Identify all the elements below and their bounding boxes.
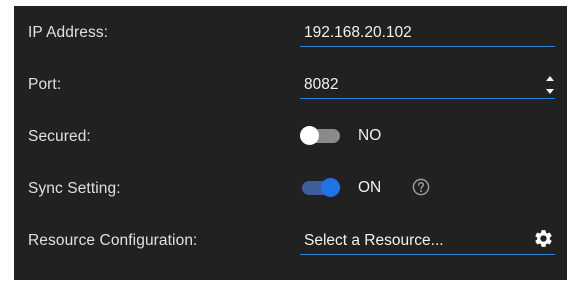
port-label: Port:	[28, 76, 62, 93]
secured-label: Secured:	[28, 128, 91, 145]
chevron-up-icon[interactable]	[546, 76, 554, 81]
sync-setting-toggle-knob[interactable]	[321, 178, 340, 197]
resource-configuration-row: Resource Configuration: Select a Resourc…	[14, 214, 567, 266]
ip-address-input[interactable]: 192.168.20.102	[300, 14, 555, 47]
gear-icon[interactable]	[533, 228, 554, 249]
port-value[interactable]: 8082	[304, 76, 338, 94]
sync-setting-toggle[interactable]	[300, 178, 340, 197]
settings-panel: IP Address: 192.168.20.102 Port: 8082 Se…	[14, 6, 567, 280]
ip-address-label: IP Address:	[28, 24, 109, 41]
secured-toggle-knob[interactable]	[300, 126, 319, 145]
chevron-down-icon[interactable]	[546, 89, 554, 94]
port-stepper[interactable]	[546, 74, 554, 96]
resource-select[interactable]: Select a Resource...	[300, 222, 555, 255]
ip-address-value[interactable]: 192.168.20.102	[304, 24, 412, 42]
sync-setting-row: Sync Setting: ON	[14, 162, 567, 214]
sync-setting-label: Sync Setting:	[28, 180, 121, 197]
sync-setting-state-text: ON	[358, 179, 382, 196]
resource-select-placeholder[interactable]: Select a Resource...	[304, 232, 444, 250]
resource-configuration-label: Resource Configuration:	[28, 232, 198, 249]
ip-address-row: IP Address: 192.168.20.102	[14, 6, 567, 58]
secured-state-text: NO	[358, 127, 382, 144]
port-row: Port: 8082	[14, 58, 567, 110]
help-circle-icon[interactable]	[411, 177, 431, 197]
port-input[interactable]: 8082	[300, 66, 555, 99]
secured-row: Secured: NO	[14, 110, 567, 162]
secured-toggle[interactable]	[300, 126, 340, 145]
